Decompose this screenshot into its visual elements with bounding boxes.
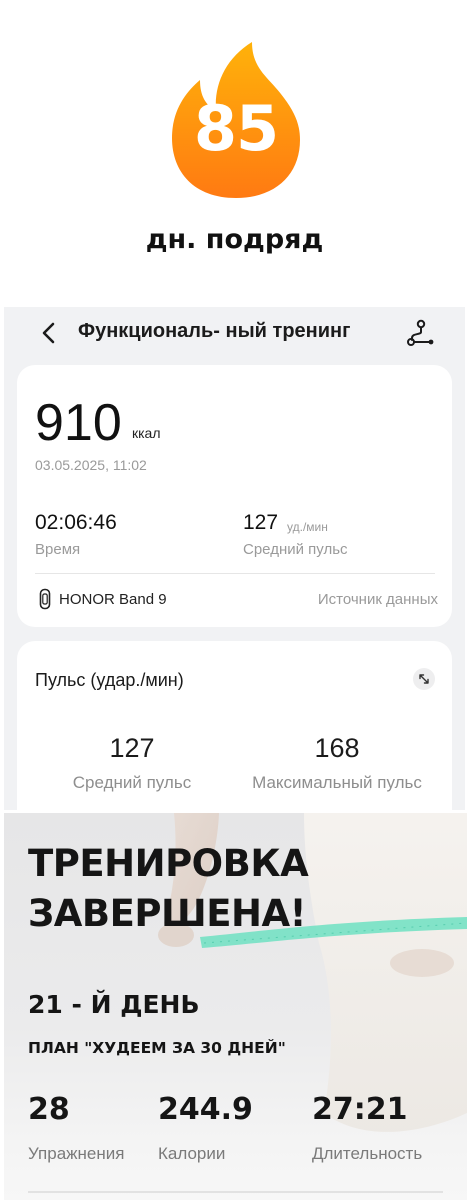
duration-total-value: 27:21 <box>312 1092 408 1127</box>
avg-pulse-label: Средний пульс <box>72 773 192 792</box>
streak-section: 85 дн. подряд <box>0 0 469 300</box>
calories-burned-label: Калории <box>158 1144 226 1163</box>
data-source-link[interactable]: Источник данных <box>318 591 438 608</box>
plan-day: 21 - Й ДЕНЬ <box>28 990 200 1019</box>
heart-rate-title: Пульс (удар./мин) <box>35 670 184 690</box>
workout-screen: Функциональ- ный тренинг 910 ккал 03.05.… <box>4 307 465 810</box>
max-pulse-label: Максимальный пульс <box>252 773 422 792</box>
top-bar: Функциональ- ный тренинг <box>4 307 465 359</box>
avg-heart-rate-unit: уд./мин <box>287 520 328 534</box>
avg-heart-rate-value: 127 <box>243 511 279 534</box>
completion-title-line-2: ЗАВЕРШЕНА! <box>28 892 306 935</box>
page-title: Функциональ- ный тренинг <box>78 320 351 342</box>
streak-days: 85 <box>193 92 279 165</box>
divider <box>35 573 435 574</box>
streak-caption: дн. подряд <box>145 224 324 255</box>
device-name: HONOR Band 9 <box>59 591 167 608</box>
completion-title: ТРЕНИРОВКА ЗАВЕРШЕНА! <box>28 839 309 939</box>
workout-date: 03.05.2025, 11:02 <box>35 457 147 473</box>
calories-unit: ккал <box>132 425 161 441</box>
workout-summary-card: 910 ккал 03.05.2025, 11:02 02:06:46 Врем… <box>17 365 452 627</box>
expand-icon[interactable] <box>412 667 436 691</box>
completion-title-line-1: ТРЕНИРОВКА <box>28 842 309 885</box>
plan-name: ПЛАН "ХУДЕЕМ ЗА 30 ДНЕЙ" <box>28 1039 286 1057</box>
duration-value: 02:06:46 <box>35 511 117 534</box>
avg-heart-rate-label: Средний пульс <box>243 541 348 558</box>
route-icon[interactable] <box>406 319 436 347</box>
calories-burned-value: 244.9 <box>158 1092 253 1127</box>
exercises-value: 28 <box>28 1092 70 1127</box>
divider <box>28 1191 443 1193</box>
duration-label: Время <box>35 541 81 558</box>
chevron-left-icon[interactable] <box>38 321 60 345</box>
max-pulse-value: 168 <box>314 733 360 763</box>
exercises-label: Упражнения <box>28 1144 125 1163</box>
avg-pulse-value: 127 <box>109 733 155 763</box>
heart-rate-card: Пульс (удар./мин) 127 Средний пульс 168 … <box>17 641 452 810</box>
duration-total-label: Длительность <box>312 1144 423 1163</box>
calories-value: 910 <box>35 394 122 452</box>
band-icon <box>39 588 51 610</box>
workout-complete-banner: ТРЕНИРОВКА ЗАВЕРШЕНА! 21 - Й ДЕНЬ ПЛАН "… <box>4 813 467 1200</box>
